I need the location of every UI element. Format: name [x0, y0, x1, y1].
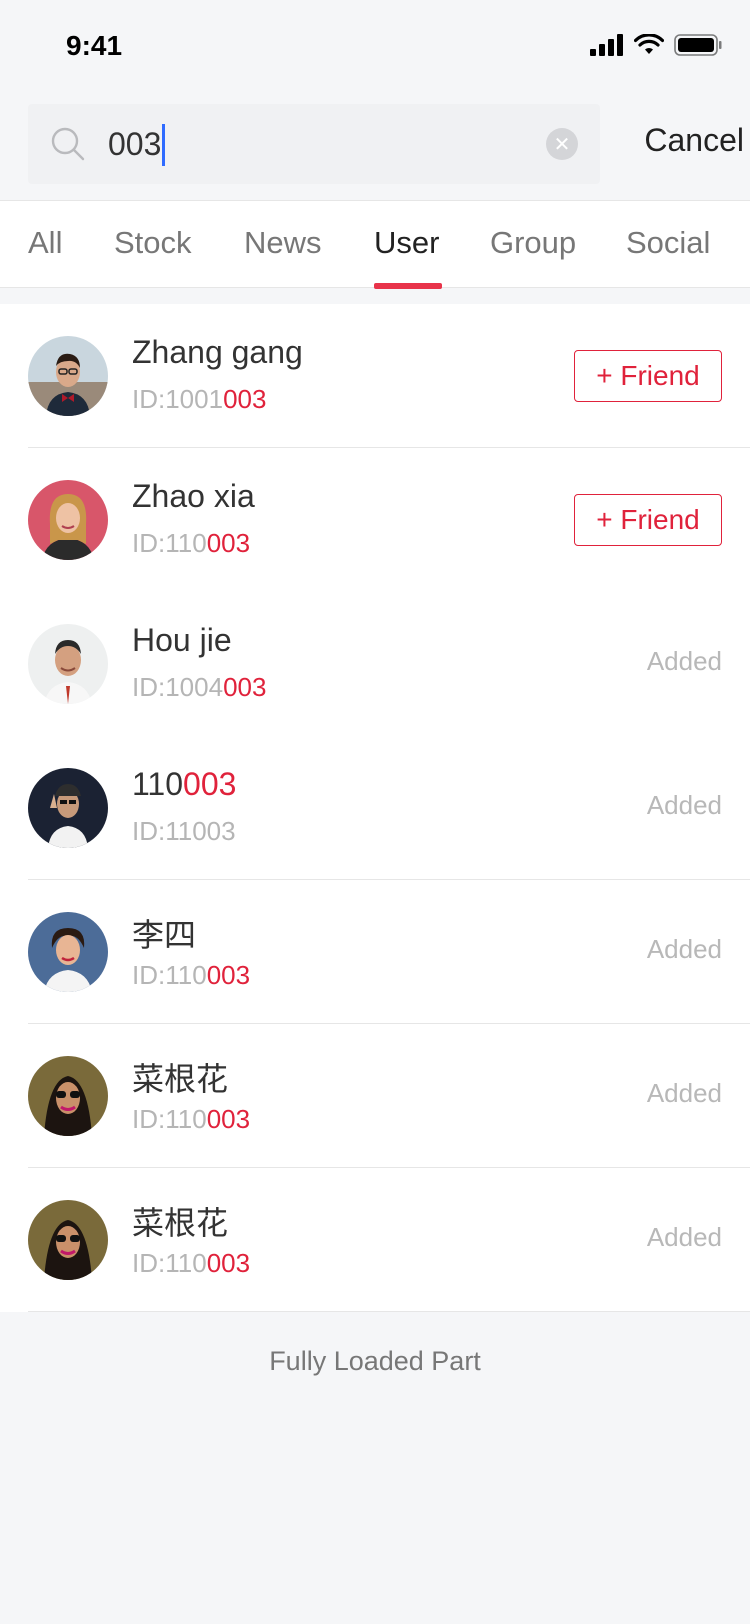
status-icons [590, 34, 722, 56]
avatar [28, 912, 108, 992]
tab-social[interactable]: Social [626, 225, 710, 261]
avatar-man-smiling-icon [28, 624, 108, 704]
avatar-woman-retro-icon [28, 912, 108, 992]
cancel-button[interactable]: Cancel [630, 122, 750, 158]
tab-stock[interactable]: Stock [114, 225, 192, 261]
list-item[interactable]: 李四 ID:110003 Added [0, 880, 750, 1024]
user-id: ID:110003 [132, 528, 251, 558]
avatar-man-dark-icon [28, 768, 108, 848]
avatar-man-bowtie-icon [28, 336, 108, 416]
list-item[interactable]: 菜根花 ID:110003 Added [0, 1168, 750, 1312]
list-item[interactable]: Zhao xia ID:110003 + Friend [0, 448, 750, 592]
status-bar: 9:41 [0, 0, 750, 94]
added-status: Added [646, 934, 722, 964]
user-id: ID:110003 [132, 1104, 251, 1134]
list-item[interactable]: Zhang gang ID:1001003 + Friend [0, 304, 750, 448]
user-name: Hou jie [132, 622, 232, 658]
list-footer: Fully Loaded Part [269, 1346, 481, 1376]
user-id: ID:1004003 [132, 672, 267, 702]
battery-icon [674, 34, 722, 56]
user-name: Zhang gang [132, 334, 303, 370]
user-id: ID:110003 [132, 960, 251, 990]
add-friend-button[interactable]: + Friend [574, 494, 722, 546]
added-status: Added [646, 790, 722, 820]
avatar [28, 624, 108, 704]
avatar [28, 336, 108, 416]
text-caret [162, 124, 165, 166]
header-area: 9:41 003 ✕ Cancel [0, 0, 750, 200]
user-name: 李四 [132, 917, 197, 953]
wifi-icon [634, 34, 664, 54]
clear-icon[interactable]: ✕ [546, 128, 578, 160]
list-item[interactable]: Hou jie ID:1004003 Added [0, 592, 750, 736]
avatar [28, 768, 108, 848]
list-item[interactable]: 菜根花 ID:110003 Added [0, 1024, 750, 1168]
tab-group[interactable]: Group [490, 225, 576, 261]
avatar [28, 480, 108, 560]
list-item[interactable]: 110003 ID:11003 Added [0, 736, 750, 880]
search-row: ✕ Cancel [28, 104, 750, 184]
search-input[interactable] [108, 120, 508, 168]
user-name: 菜根花 [132, 1061, 229, 1097]
signal-icon [590, 34, 623, 56]
user-id: ID:110003 [132, 1248, 251, 1278]
user-id: ID:1001003 [132, 384, 267, 414]
avatar-woman-blonde-icon [28, 480, 108, 560]
avatar [28, 1056, 108, 1136]
avatar-woman-sunglasses-icon [28, 1056, 108, 1136]
user-name: 菜根花 [132, 1205, 229, 1241]
search-box[interactable]: ✕ [28, 104, 600, 184]
add-friend-button[interactable]: + Friend [574, 350, 722, 402]
avatar [28, 1200, 108, 1280]
category-tabs: All Stock News User Group Social [0, 200, 750, 289]
tab-news[interactable]: News [244, 225, 322, 261]
search-icon [51, 127, 85, 161]
user-name: 110003 [132, 766, 237, 802]
tab-user[interactable]: User [374, 225, 439, 261]
avatar-woman-sunglasses-icon [28, 1200, 108, 1280]
user-name: Zhao xia [132, 478, 255, 514]
added-status: Added [646, 1078, 722, 1108]
status-time: 9:41 [66, 30, 123, 61]
active-tab-indicator [374, 283, 442, 289]
added-status: Added [646, 1222, 722, 1252]
added-status: Added [646, 646, 722, 676]
user-id: ID:11003 [132, 816, 236, 846]
tab-all[interactable]: All [28, 225, 62, 261]
user-list: Zhang gang ID:1001003 + Friend Zhao xia … [0, 304, 750, 1312]
